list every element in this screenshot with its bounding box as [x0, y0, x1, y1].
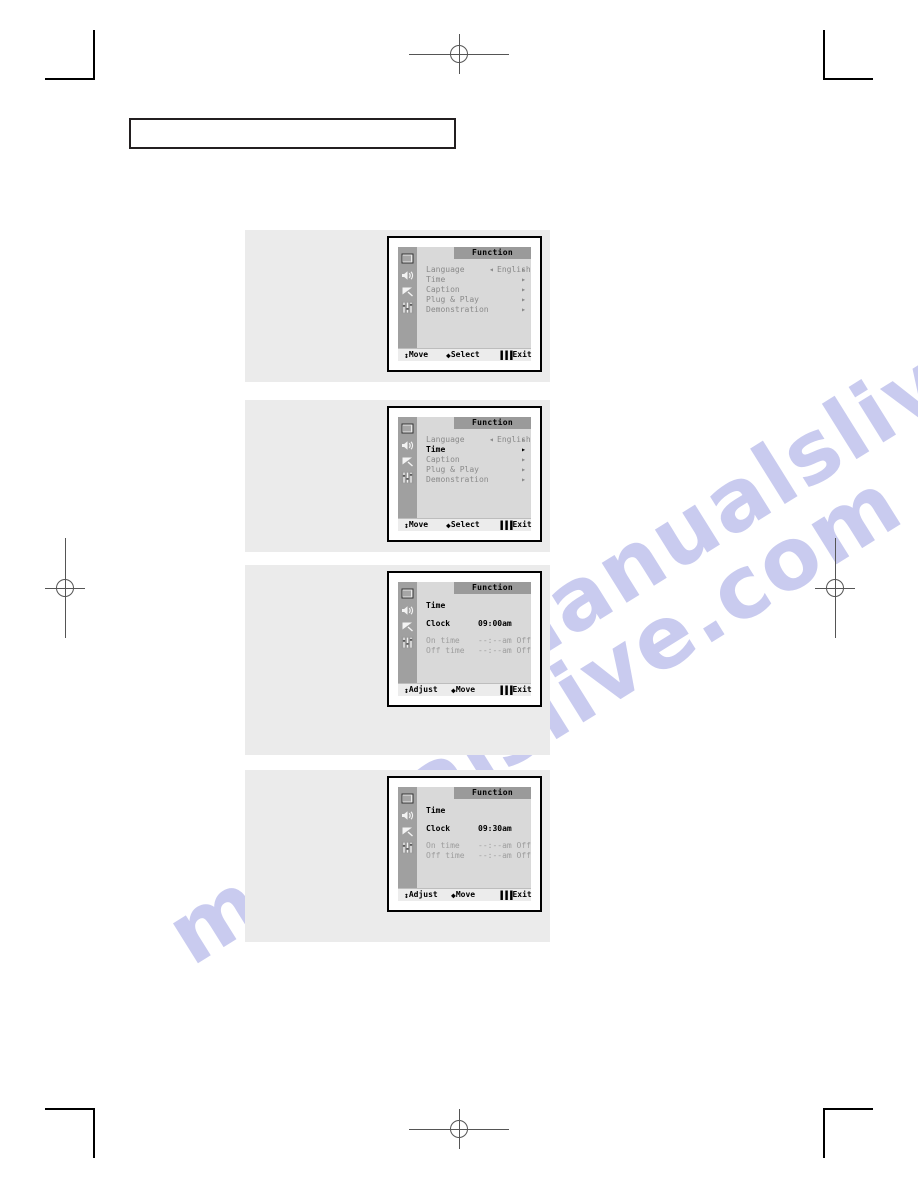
osd-title: Function	[454, 247, 531, 259]
footer-label[interactable]: Select	[451, 520, 480, 529]
osd-title: Function	[454, 417, 531, 429]
osd-menu-2[interactable]: Function Language ◂ English ▸ Time ▸ Cap…	[387, 406, 542, 542]
osd-title: Function	[454, 787, 531, 799]
osd-title: Function	[454, 582, 531, 594]
registration-mark-bottom	[409, 1109, 509, 1149]
crop-mark-top-left-v	[93, 30, 95, 80]
osd-body: Language ◂ English ▸ Time ▸ Caption ▸ Pl…	[417, 429, 531, 531]
footer-label[interactable]: Adjust	[409, 890, 438, 899]
menu-row[interactable]: Demonstration ▸	[426, 304, 526, 315]
menu-row-label: Demonstration	[426, 305, 489, 314]
osd-body: Language ◂ English ▸ Time ▸ Caption ▸ Pl…	[417, 259, 531, 361]
osd-footer: ↕Move ◆Select ▐▐▐Exit	[398, 348, 532, 361]
off-time-value[interactable]: --:--am Off	[478, 850, 531, 861]
footer-label[interactable]: Adjust	[409, 685, 438, 694]
menu-row-clock[interactable]: Clock 09:30am	[426, 823, 526, 834]
osd-footer: ↕Move ◆Select ▐▐▐Exit	[398, 518, 532, 531]
picture-icon[interactable]	[400, 586, 415, 601]
clock-value[interactable]: 09:00am	[478, 618, 512, 629]
osd-body: Time Clock 09:00am On time --:--am Off O…	[417, 594, 531, 696]
crop-mark-top-right-v	[823, 30, 825, 80]
figure-block-4: Function Time Clock 09:30am On time --:-…	[245, 770, 550, 942]
exit-menu-icon: ▐▐▐	[498, 521, 513, 530]
menu-row-off-time[interactable]: Off time --:--am Off	[426, 645, 531, 656]
crop-mark-top-right-h	[823, 78, 873, 80]
footer-label[interactable]: Exit	[512, 890, 531, 899]
footer-label[interactable]: Move	[409, 520, 428, 529]
menu-row-label: Time	[426, 601, 446, 610]
channel-antenna-icon[interactable]	[400, 454, 415, 469]
channel-antenna-icon[interactable]	[400, 619, 415, 634]
footer-label[interactable]: Exit	[512, 520, 531, 529]
function-sliders-icon[interactable]	[400, 635, 415, 650]
sound-speaker-icon[interactable]	[400, 808, 415, 823]
osd-screen: Function Time Clock 09:00am On time --:-…	[398, 582, 532, 696]
footer-label[interactable]: Move	[409, 350, 428, 359]
crop-mark-bottom-right-h	[823, 1108, 873, 1110]
right-arrow-icon[interactable]: ▸	[521, 304, 526, 315]
channel-antenna-icon[interactable]	[400, 824, 415, 839]
footer-label[interactable]: Move	[456, 890, 475, 899]
exit-menu-icon: ▐▐▐	[498, 351, 513, 360]
menu-row-selected[interactable]: Time	[426, 805, 526, 816]
menu-row-off-time[interactable]: Off time --:--am Off	[426, 850, 531, 861]
osd-screen: Function Language ◂ English ▸ Time ▸ Cap…	[398, 417, 532, 531]
clock-value[interactable]: 09:30am	[478, 823, 512, 834]
sound-speaker-icon[interactable]	[400, 268, 415, 283]
picture-icon[interactable]	[400, 791, 415, 806]
osd-menu-3[interactable]: Function Time Clock 09:00am On time --:-…	[387, 571, 542, 707]
function-sliders-icon[interactable]	[400, 300, 415, 315]
sound-speaker-icon[interactable]	[400, 438, 415, 453]
picture-icon[interactable]	[400, 251, 415, 266]
menu-row-clock[interactable]: Clock 09:00am	[426, 618, 526, 629]
menu-row-label: Clock	[426, 619, 451, 628]
figure-block-2: Function Language ◂ English ▸ Time ▸ Cap…	[245, 400, 550, 552]
registration-mark-left	[45, 538, 85, 638]
menu-row-label: Clock	[426, 824, 451, 833]
osd-body: Time Clock 09:30am On time --:--am Off O…	[417, 799, 531, 901]
right-arrow-icon[interactable]: ▸	[521, 474, 526, 485]
osd-screen: Function Language ◂ English ▸ Time ▸ Cap…	[398, 247, 532, 361]
footer-label[interactable]: Exit	[512, 350, 531, 359]
crop-mark-bottom-left-v	[93, 1108, 95, 1158]
picture-icon[interactable]	[400, 421, 415, 436]
osd-icon-column	[398, 582, 417, 696]
osd-icon-column	[398, 247, 417, 361]
channel-antenna-icon[interactable]	[400, 284, 415, 299]
exit-menu-icon: ▐▐▐	[498, 891, 513, 900]
crop-mark-bottom-right-v	[823, 1108, 825, 1158]
sound-speaker-icon[interactable]	[400, 603, 415, 618]
figure-block-3: Function Time Clock 09:00am On time --:-…	[245, 565, 550, 755]
osd-screen: Function Time Clock 09:30am On time --:-…	[398, 787, 532, 901]
osd-menu-4[interactable]: Function Time Clock 09:30am On time --:-…	[387, 776, 542, 912]
osd-footer: ↕Adjust ◆Move ▐▐▐Exit	[398, 888, 532, 901]
exit-menu-icon: ▐▐▐	[498, 686, 513, 695]
function-sliders-icon[interactable]	[400, 470, 415, 485]
function-sliders-icon[interactable]	[400, 840, 415, 855]
registration-mark-right	[815, 538, 855, 638]
menu-row-label: Time	[426, 806, 446, 815]
menu-row-label: Off time	[426, 851, 465, 860]
osd-icon-column	[398, 787, 417, 901]
crop-mark-top-left-h	[45, 78, 95, 80]
footer-label[interactable]: Select	[451, 350, 480, 359]
osd-footer: ↕Adjust ◆Move ▐▐▐Exit	[398, 683, 532, 696]
figure-block-1: Function Language ◂ English ▸ Time ▸ Cap…	[245, 230, 550, 382]
off-time-value[interactable]: --:--am Off	[478, 645, 531, 656]
footer-label[interactable]: Move	[456, 685, 475, 694]
osd-menu-1[interactable]: Function Language ◂ English ▸ Time ▸ Cap…	[387, 236, 542, 372]
crop-mark-bottom-left-h	[45, 1108, 95, 1110]
menu-row-label: Off time	[426, 646, 465, 655]
menu-row[interactable]: Demonstration ▸	[426, 474, 526, 485]
caption-box	[129, 118, 456, 149]
menu-row-label: Demonstration	[426, 475, 489, 484]
osd-icon-column	[398, 417, 417, 531]
footer-label[interactable]: Exit	[512, 685, 531, 694]
menu-row-selected[interactable]: Time	[426, 600, 526, 611]
registration-mark-top	[409, 34, 509, 74]
